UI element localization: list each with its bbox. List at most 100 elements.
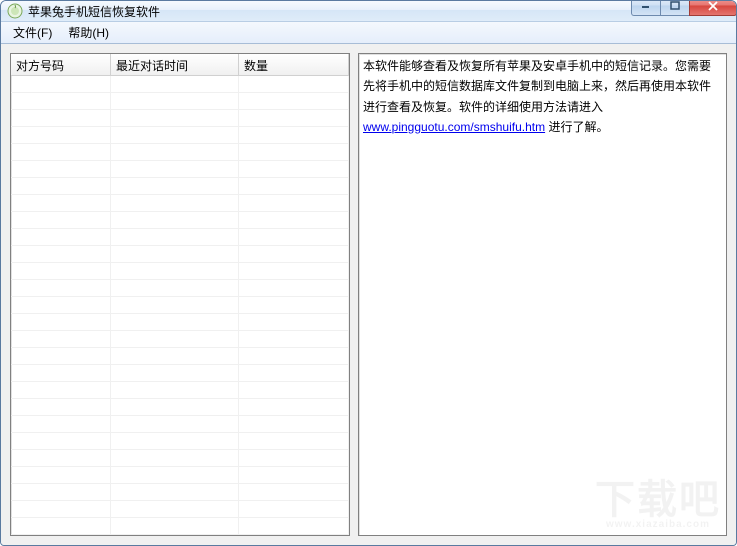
table-row[interactable] (11, 348, 349, 365)
cell-number (11, 331, 111, 347)
cell-count (239, 416, 349, 432)
cell-count (239, 382, 349, 398)
cell-time (111, 280, 239, 296)
table-row[interactable] (11, 76, 349, 93)
maximize-button[interactable] (660, 0, 690, 16)
cell-count (239, 433, 349, 449)
sms-table-panel: 对方号码 最近对话时间 数量 (10, 53, 350, 536)
cell-time (111, 450, 239, 466)
table-row[interactable] (11, 365, 349, 382)
column-header-number[interactable]: 对方号码 (11, 54, 111, 75)
cell-count (239, 297, 349, 313)
cell-time (111, 144, 239, 160)
cell-count (239, 501, 349, 517)
cell-time (111, 501, 239, 517)
cell-number (11, 229, 111, 245)
column-header-count[interactable]: 数量 (239, 54, 349, 75)
menubar: 文件(F) 帮助(H) (1, 22, 736, 44)
minimize-button[interactable] (631, 0, 661, 16)
table-row[interactable] (11, 399, 349, 416)
cell-number (11, 76, 111, 92)
titlebar[interactable]: 苹果兔手机短信恢复软件 (1, 1, 736, 22)
cell-count (239, 93, 349, 109)
cell-count (239, 365, 349, 381)
table-row[interactable] (11, 229, 349, 246)
table-row[interactable] (11, 178, 349, 195)
cell-number (11, 314, 111, 330)
cell-count (239, 331, 349, 347)
cell-number (11, 297, 111, 313)
cell-count (239, 467, 349, 483)
menu-help[interactable]: 帮助(H) (60, 22, 117, 43)
cell-time (111, 365, 239, 381)
cell-number (11, 348, 111, 364)
cell-count (239, 127, 349, 143)
table-row[interactable] (11, 433, 349, 450)
table-row[interactable] (11, 93, 349, 110)
cell-time (111, 382, 239, 398)
table-row[interactable] (11, 484, 349, 501)
window-controls (632, 0, 737, 16)
table-row[interactable] (11, 110, 349, 127)
cell-number (11, 518, 111, 534)
cell-number (11, 450, 111, 466)
cell-count (239, 484, 349, 500)
cell-number (11, 93, 111, 109)
table-row[interactable] (11, 280, 349, 297)
table-row[interactable] (11, 212, 349, 229)
cell-count (239, 76, 349, 92)
table-row[interactable] (11, 501, 349, 518)
cell-count (239, 314, 349, 330)
table-row[interactable] (11, 195, 349, 212)
cell-count (239, 178, 349, 194)
cell-number (11, 467, 111, 483)
table-row[interactable] (11, 263, 349, 280)
cell-number (11, 280, 111, 296)
column-header-time[interactable]: 最近对话时间 (111, 54, 239, 75)
cell-number (11, 416, 111, 432)
cell-time (111, 297, 239, 313)
cell-number (11, 212, 111, 228)
table-row[interactable] (11, 144, 349, 161)
cell-time (111, 110, 239, 126)
cell-time (111, 331, 239, 347)
cell-count (239, 246, 349, 262)
table-row[interactable] (11, 246, 349, 263)
cell-time (111, 263, 239, 279)
table-row[interactable] (11, 450, 349, 467)
cell-time (111, 399, 239, 415)
cell-time (111, 76, 239, 92)
cell-time (111, 195, 239, 211)
cell-count (239, 110, 349, 126)
table-row[interactable] (11, 518, 349, 535)
table-row[interactable] (11, 382, 349, 399)
app-window: 苹果兔手机短信恢复软件 文件(F) 帮助(H) 对方号码 (0, 0, 737, 546)
cell-time (111, 416, 239, 432)
cell-number (11, 484, 111, 500)
cell-count (239, 450, 349, 466)
cell-time (111, 314, 239, 330)
info-panel: 本软件能够查看及恢复所有苹果及安卓手机中的短信记录。您需要先将手机中的短信数据库… (358, 53, 727, 536)
client-area: 对方号码 最近对话时间 数量 本软件能够查看及恢复所有苹果及安卓手机中的短信记录… (1, 44, 736, 545)
help-link[interactable]: www.pingguotu.com/smshuifu.htm (363, 120, 545, 134)
cell-number (11, 178, 111, 194)
close-button[interactable] (689, 0, 737, 16)
menu-file[interactable]: 文件(F) (5, 22, 60, 43)
table-row[interactable] (11, 161, 349, 178)
table-row[interactable] (11, 467, 349, 484)
table-row[interactable] (11, 297, 349, 314)
table-row[interactable] (11, 331, 349, 348)
table-body[interactable] (11, 76, 349, 535)
table-row[interactable] (11, 127, 349, 144)
cell-time (111, 161, 239, 177)
cell-time (111, 178, 239, 194)
cell-number (11, 263, 111, 279)
cell-count (239, 195, 349, 211)
table-row[interactable] (11, 416, 349, 433)
cell-number (11, 110, 111, 126)
table-row[interactable] (11, 314, 349, 331)
cell-time (111, 229, 239, 245)
cell-number (11, 399, 111, 415)
cell-number (11, 144, 111, 160)
table-header: 对方号码 最近对话时间 数量 (11, 54, 349, 76)
